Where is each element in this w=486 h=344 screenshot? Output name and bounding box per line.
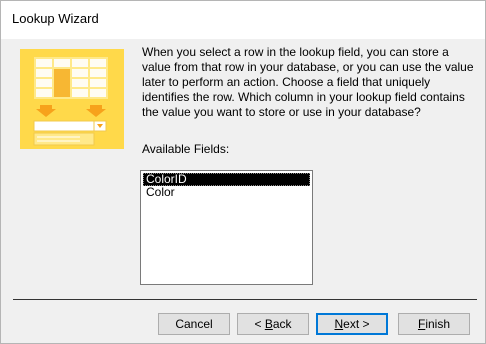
- list-item-color[interactable]: Color: [143, 186, 310, 199]
- back-button-prefix: <: [254, 317, 265, 331]
- lookup-wizard-dialog: Lookup Wizard When you select a row in t…: [0, 0, 486, 344]
- finish-button[interactable]: Finish: [398, 313, 470, 335]
- title-bar: Lookup Wizard: [1, 1, 485, 39]
- back-button-accesskey: B: [264, 317, 273, 331]
- separator-line: [13, 299, 477, 300]
- window-title: Lookup Wizard: [12, 11, 99, 26]
- back-button[interactable]: < Back: [237, 313, 309, 335]
- available-fields-listbox[interactable]: ColorID Color: [140, 170, 313, 285]
- next-button-suffix: ext >: [343, 317, 370, 331]
- next-button[interactable]: Next >: [316, 313, 388, 335]
- wizard-description: When you select a row in the lookup fiel…: [142, 45, 474, 119]
- available-fields-label: Available Fields:: [142, 142, 230, 156]
- cancel-button-label: Cancel: [175, 317, 213, 331]
- cancel-button[interactable]: Cancel: [158, 313, 230, 335]
- next-button-accesskey: N: [334, 317, 344, 331]
- back-button-suffix: ack: [272, 317, 292, 331]
- wizard-illustration-icon: [20, 49, 124, 149]
- finish-button-suffix: inish: [425, 317, 451, 331]
